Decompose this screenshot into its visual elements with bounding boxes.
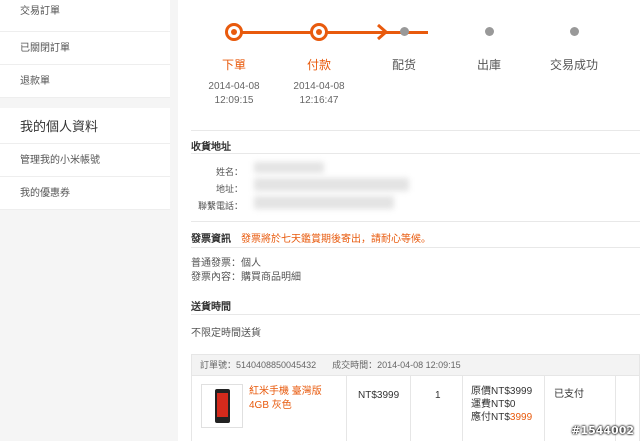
order-header: 訂單號：5140408850045432 成交時間：2014-04-08 12:0…	[191, 354, 640, 376]
phone-value-redacted	[254, 196, 394, 209]
product-name-line1: 紅米手機 臺灣版	[249, 386, 322, 397]
cell-divider	[462, 376, 463, 441]
step-time-order: 2014-04-08 12:09:15	[194, 80, 274, 108]
shipping-fee: 運費NT$0	[471, 399, 516, 410]
price-summary: 原價NT$3999 運費NT$0 應付NT$3999	[471, 385, 532, 424]
cell-divider	[346, 376, 347, 441]
step-complete-dot-icon	[570, 27, 579, 36]
invoice-note: 發票將於七天鑑賞期後寄出，請耐心等候。	[241, 234, 431, 245]
profile-menu: 我的個人資料 管理我的小米帳號 我的優惠券	[0, 108, 170, 210]
phone-label: 聯繫電話：	[197, 201, 243, 211]
payable-amount: 應付NT$3999	[471, 411, 532, 424]
delivery-section-title: 送貨時間	[191, 302, 231, 313]
step-label-outbound: 出庫	[476, 58, 501, 72]
invoice-section-title: 發票資訊 發票將於七天鑑賞期後寄出，請耐心等候。	[191, 230, 431, 245]
cell-divider	[544, 376, 545, 441]
step-payment-time: 12:16:47	[299, 95, 339, 106]
product-name-link[interactable]: 紅米手機 臺灣版 4GB 灰色	[249, 385, 339, 413]
item-quantity: 1	[435, 390, 441, 401]
divider	[191, 130, 640, 131]
name-label: 姓名：	[215, 167, 243, 177]
order-time: 成交時間：2014-04-08 12:09:15	[332, 360, 461, 370]
sidebar-item-closed-orders[interactable]: 已關閉訂單	[0, 32, 170, 65]
divider	[191, 247, 640, 248]
product-name-line2: 4GB 灰色	[249, 400, 292, 411]
watermark-id: #1544002	[571, 424, 634, 437]
divider	[191, 221, 640, 222]
name-value-redacted	[254, 162, 324, 173]
address-label: 地址：	[215, 184, 243, 194]
sidebar-item-refunds[interactable]: 退款單	[0, 65, 170, 98]
step-outbound-dot-icon	[485, 27, 494, 36]
sidebar-item-trade-orders[interactable]: 交易訂單	[0, 0, 170, 32]
step-payment-node-icon	[310, 23, 328, 41]
order-progress: 下單 付款 配货 出庫 交易成功 2014-04-08 12:09:15 201…	[178, 0, 640, 130]
unit-price: NT$3999	[358, 390, 400, 401]
payable-value: 3999	[509, 412, 533, 423]
orders-menu: 交易訂單 已關閉訂單 退款單	[0, 0, 170, 98]
divider	[191, 153, 640, 154]
step-label-complete: 交易成功	[549, 58, 598, 72]
progress-track	[234, 31, 428, 34]
product-thumbnail[interactable]	[201, 384, 243, 428]
step-label-payment: 付款	[306, 58, 331, 72]
order-detail-panel: 下單 付款 配货 出庫 交易成功 2014-04-08 12:09:15 201…	[178, 0, 640, 441]
order-number: 訂單號：5140408850045432	[200, 360, 317, 370]
original-price: 原價NT$3999	[471, 386, 533, 397]
address-value-redacted	[254, 178, 409, 191]
profile-section-title: 我的個人資料	[0, 108, 170, 144]
cell-divider	[410, 376, 411, 441]
shipping-section-title: 收貨地址	[191, 142, 231, 153]
sidebar: 交易訂單 已關閉訂單 退款單 我的個人資料 管理我的小米帳號 我的優惠券	[0, 0, 170, 441]
payment-status: 已支付	[554, 389, 584, 400]
sidebar-item-account[interactable]: 管理我的小米帳號	[0, 144, 170, 177]
invoice-content: 發票內容：購買商品明細	[191, 272, 301, 283]
step-label-order: 下單	[221, 58, 246, 72]
payable-prefix: 應付NT$	[471, 412, 510, 423]
step-order-time: 12:09:15	[214, 95, 254, 106]
divider	[191, 314, 640, 315]
step-order-date: 2014-04-08	[208, 81, 260, 92]
phone-image-icon	[215, 389, 230, 423]
delivery-time-value: 不限定時間送貨	[191, 328, 261, 339]
step-payment-date: 2014-04-08	[293, 81, 345, 92]
invoice-title: 發票資訊	[191, 234, 231, 245]
step-order-node-icon	[225, 23, 243, 41]
step-allocation-dot-icon	[400, 27, 409, 36]
step-label-allocation: 配货	[391, 58, 416, 72]
invoice-type: 普通發票：個人	[191, 258, 261, 269]
sidebar-item-coupons[interactable]: 我的優惠券	[0, 177, 170, 210]
step-time-payment: 2014-04-08 12:16:47	[279, 80, 359, 108]
